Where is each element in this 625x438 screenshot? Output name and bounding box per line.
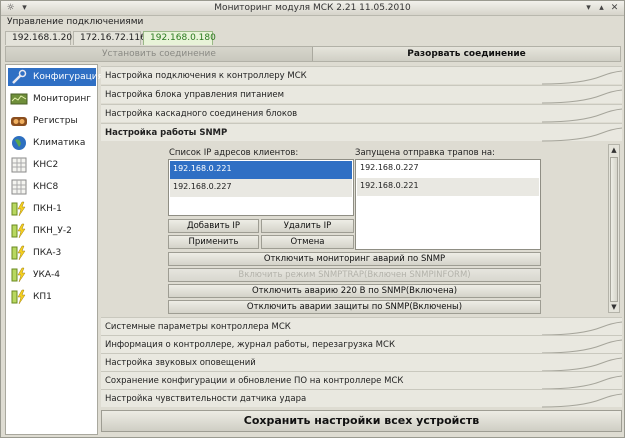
save-all-button[interactable]: Сохранить настройки всех устройств bbox=[101, 410, 622, 432]
sidebar-item-label: Климатика bbox=[33, 138, 86, 148]
disable-protection-alarm-button[interactable]: Отключить аварии защиты по SNMP(Включены… bbox=[168, 300, 541, 314]
add-ip-button[interactable]: Добавить IP bbox=[168, 219, 259, 233]
section-label: Информация о контроллере, журнал работы,… bbox=[105, 340, 395, 350]
device-sidebar: Конфигурация Мониторинг Регистры Климати… bbox=[5, 64, 103, 435]
sidebar-item-kns2[interactable]: КНС2 bbox=[8, 156, 96, 174]
list-item[interactable]: 192.168.0.221 bbox=[170, 161, 352, 179]
toggle-alarm-monitoring-button[interactable]: Отключить мониторинг аварий по SNMP bbox=[168, 252, 541, 266]
fold-decoration bbox=[542, 127, 622, 142]
sidebar-item-label: ПКН-1 bbox=[33, 204, 62, 214]
config-content: Настройка подключения к контроллеру МСК … bbox=[101, 64, 622, 435]
lightning-icon bbox=[11, 245, 26, 261]
sidebar-item-label: Регистры bbox=[33, 116, 78, 126]
minimize-icon[interactable]: ▾ bbox=[583, 3, 594, 14]
snmp-panel: Список IP адресов клиентов: 192.168.0.22… bbox=[101, 142, 622, 315]
sidebar-item-uka4[interactable]: УКА-4 bbox=[8, 266, 96, 284]
lightning-icon bbox=[11, 267, 26, 283]
apply-button[interactable]: Применить bbox=[168, 235, 259, 249]
fold-decoration bbox=[542, 339, 622, 354]
disconnect-button[interactable]: Разорвать соединение bbox=[313, 47, 620, 61]
sidebar-item-config[interactable]: Конфигурация bbox=[8, 68, 103, 86]
fold-decoration bbox=[542, 70, 622, 85]
section-system-params[interactable]: Системные параметры контроллера МСК bbox=[101, 317, 622, 336]
section-controller-connection[interactable]: Настройка подключения к контроллеру МСК bbox=[101, 66, 622, 85]
connect-button[interactable]: Установить соединение bbox=[6, 47, 313, 61]
tab-host-1[interactable]: 192.168.1.20 bbox=[5, 31, 72, 45]
clients-label: Список IP адресов клиентов: bbox=[169, 148, 299, 158]
fold-decoration bbox=[542, 357, 622, 372]
lightning-icon bbox=[11, 223, 26, 239]
panel-scrollbar[interactable]: ▲ ▼ bbox=[608, 144, 620, 313]
delete-ip-button[interactable]: Удалить IP bbox=[261, 219, 354, 233]
section-shock-sensor[interactable]: Настройка чувствительности датчика удара bbox=[101, 389, 622, 408]
sidebar-item-registers[interactable]: Регистры bbox=[8, 112, 96, 130]
lightning-icon bbox=[11, 201, 26, 217]
section-label: Настройка чувствительности датчика удара bbox=[105, 394, 307, 404]
sidebar-item-kns8[interactable]: КНС8 bbox=[8, 178, 96, 196]
traps-list[interactable]: 192.168.0.227 192.168.0.221 bbox=[355, 159, 541, 250]
list-item[interactable]: 192.168.0.227 bbox=[357, 160, 539, 178]
sidebar-item-label: УКА-4 bbox=[33, 270, 61, 280]
scroll-up-icon[interactable]: ▲ bbox=[609, 145, 619, 155]
section-power-unit[interactable]: Настройка блока управления питанием bbox=[101, 85, 622, 104]
section-label: Системные параметры контроллера МСК bbox=[105, 322, 291, 332]
sidebar-item-pka3[interactable]: ПКА-3 bbox=[8, 244, 96, 262]
sidebar-item-label: КП1 bbox=[33, 292, 52, 302]
section-cascade[interactable]: Настройка каскадного соединения блоков bbox=[101, 104, 622, 123]
menu-connections[interactable]: Управление подключениями bbox=[7, 17, 143, 27]
traps-label: Запущена отправка трапов на: bbox=[355, 148, 495, 158]
section-controller-info[interactable]: Информация о контроллере, журнал работы,… bbox=[101, 335, 622, 354]
sidebar-item-label: Мониторинг bbox=[33, 94, 91, 104]
wrench-icon bbox=[12, 69, 27, 84]
window-title: Мониторинг модуля МСК 2.21 11.05.2010 bbox=[214, 3, 411, 13]
section-label: Настройка звуковых оповещений bbox=[105, 358, 256, 368]
disable-220v-alarm-button[interactable]: Отключить аварию 220 В по SNMP(Включена) bbox=[168, 284, 541, 298]
main-window: ☼ ▾ Мониторинг модуля МСК 2.21 11.05.201… bbox=[0, 0, 625, 438]
section-label: Настройка подключения к контроллеру МСК bbox=[105, 71, 307, 81]
sidebar-item-label: ПКА-3 bbox=[33, 248, 62, 258]
section-label: Настройка каскадного соединения блоков bbox=[105, 109, 298, 119]
section-label: Сохранение конфигурации и обновление ПО … bbox=[105, 376, 404, 386]
sidebar-item-pkn-u2[interactable]: ПКН_У-2 bbox=[8, 222, 96, 240]
lightning-icon bbox=[11, 289, 26, 305]
connection-bar: Установить соединение Разорвать соединен… bbox=[5, 46, 621, 62]
fold-decoration bbox=[542, 89, 622, 104]
sidebar-item-climate[interactable]: Климатика bbox=[8, 134, 96, 152]
fold-decoration bbox=[542, 108, 622, 123]
enable-trap-mode-button: Включить режим SNMPTRAP(Включен SNMPINFO… bbox=[168, 268, 541, 282]
sidebar-item-kp1[interactable]: КП1 bbox=[8, 288, 96, 306]
sidebar-item-label: ПКН_У-2 bbox=[33, 226, 72, 236]
fold-decoration bbox=[542, 393, 622, 408]
sidebar-item-label: Конфигурация bbox=[33, 72, 103, 82]
close-icon[interactable]: ✕ bbox=[609, 3, 620, 14]
grid-device-icon bbox=[11, 179, 27, 195]
list-item[interactable]: 192.168.0.221 bbox=[357, 178, 539, 196]
scroll-down-icon[interactable]: ▼ bbox=[609, 302, 619, 312]
sidebar-item-label: КНС8 bbox=[33, 182, 59, 192]
globe-icon bbox=[12, 136, 26, 150]
maximize-icon[interactable]: ▴ bbox=[596, 3, 607, 14]
sidebar-item-monitoring[interactable]: Мониторинг bbox=[8, 90, 96, 108]
fold-decoration bbox=[542, 321, 622, 336]
scroll-thumb[interactable] bbox=[610, 157, 618, 302]
sidebar-item-pkn1[interactable]: ПКН-1 bbox=[8, 200, 96, 218]
clients-list[interactable]: 192.168.0.221 192.168.0.227 bbox=[168, 159, 354, 216]
tab-host-3[interactable]: 192.168.0.180 bbox=[143, 31, 216, 45]
tab-host-2[interactable]: 172.16.72.116 bbox=[73, 31, 146, 45]
sidebar-item-label: КНС2 bbox=[33, 160, 59, 170]
registers-icon bbox=[11, 117, 27, 126]
section-label: Настройка работы SNMP bbox=[105, 128, 228, 138]
section-firmware[interactable]: Сохранение конфигурации и обновление ПО … bbox=[101, 371, 622, 390]
cancel-button[interactable]: Отмена bbox=[261, 235, 354, 249]
list-item[interactable]: 192.168.0.227 bbox=[170, 179, 352, 197]
monitor-chart-icon bbox=[10, 93, 28, 105]
grid-device-icon bbox=[11, 157, 27, 173]
fold-decoration bbox=[542, 375, 622, 390]
section-snmp[interactable]: Настройка работы SNMP bbox=[101, 123, 622, 142]
section-label: Настройка блока управления питанием bbox=[105, 90, 285, 100]
title-bar: ☼ ▾ Мониторинг модуля МСК 2.21 11.05.201… bbox=[1, 1, 624, 16]
section-sound-alerts[interactable]: Настройка звуковых оповещений bbox=[101, 353, 622, 372]
